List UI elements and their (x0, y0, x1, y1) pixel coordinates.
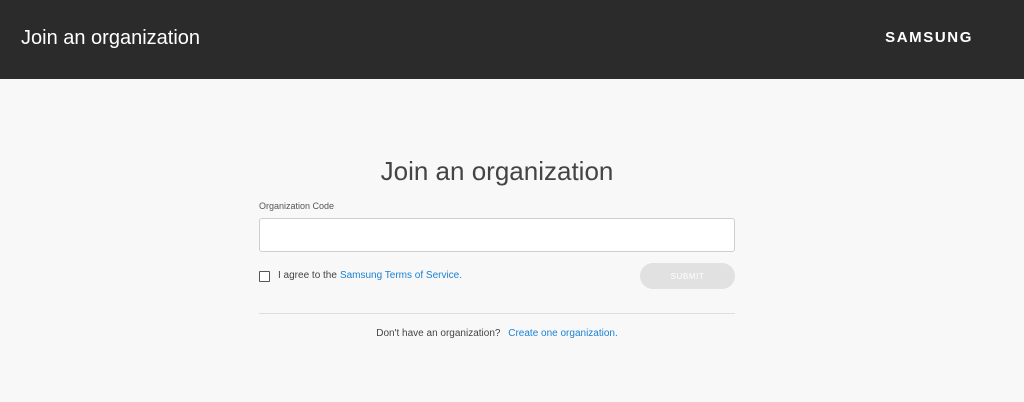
submit-button[interactable]: SUBMIT (640, 263, 735, 289)
terms-agreement-row: I agree to the Samsung Terms of Service. (259, 268, 462, 284)
no-organization-text: Don't have an organization? (376, 328, 501, 339)
organization-code-input[interactable] (259, 218, 735, 252)
divider (259, 313, 735, 314)
terms-checkbox[interactable] (259, 270, 270, 282)
create-organization-row: Don't have an organization? Create one o… (259, 327, 735, 341)
page-title: Join an organization (380, 156, 614, 186)
terms-agreement-text: I agree to the (278, 270, 337, 281)
top-bar: Join an organization SAMSUNG (0, 0, 1024, 79)
organization-code-label: Organization Code (259, 201, 335, 211)
samsung-logo[interactable]: SAMSUNG (885, 28, 973, 48)
header-title: Join an organization (21, 27, 201, 49)
create-organization-link[interactable]: Create one organization. (508, 328, 618, 339)
terms-of-service-link[interactable]: Samsung Terms of Service. (340, 269, 462, 283)
